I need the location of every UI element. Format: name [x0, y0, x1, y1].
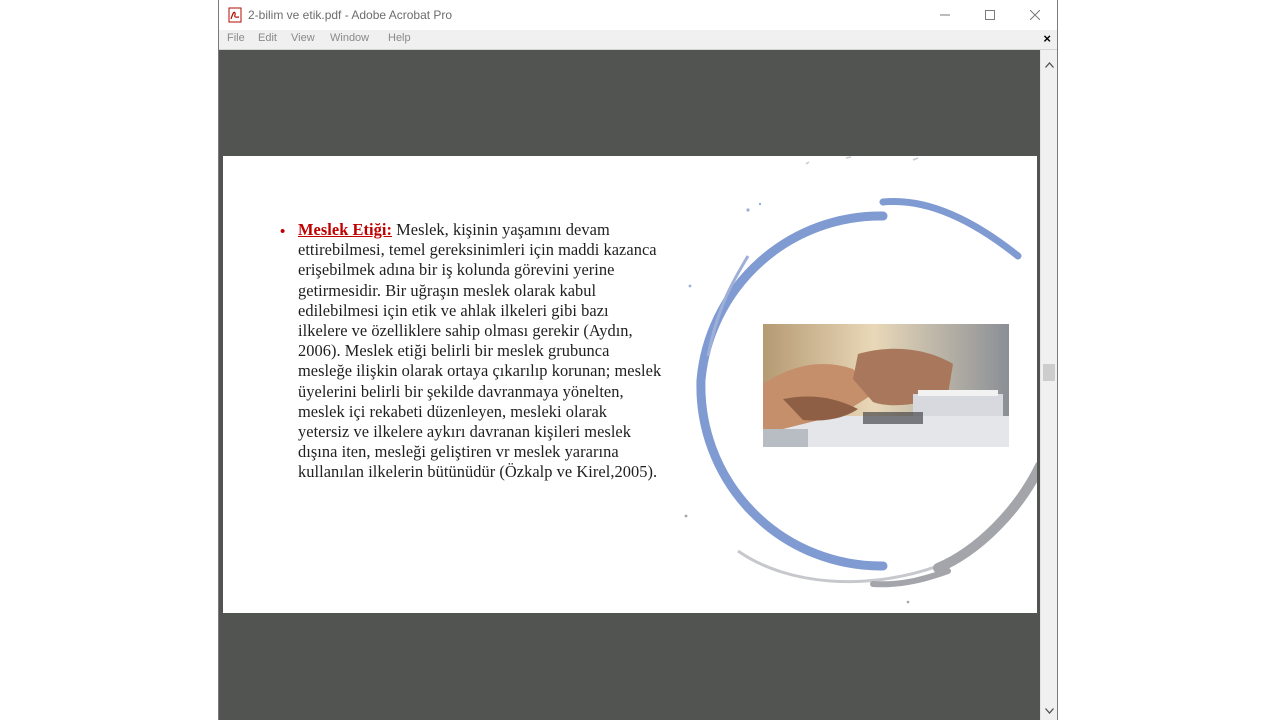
scroll-down-button[interactable]: [1041, 704, 1057, 718]
menu-bar: File Edit View Window Help ×: [219, 30, 1057, 50]
paragraph-body: Meslek, kişinin yaşamını devam ettirebil…: [298, 220, 662, 482]
close-icon: [1029, 10, 1040, 20]
minimize-button[interactable]: [922, 0, 967, 30]
document-viewport[interactable]: • Meslek Etiği: Meslek, kişinin yaşamını…: [219, 50, 1041, 720]
chevron-up-icon: [1044, 62, 1054, 68]
title-bar[interactable]: 2-bilim ve etik.pdf - Adobe Acrobat Pro: [219, 0, 1057, 30]
bullet-paragraph: • Meslek Etiği: Meslek, kişinin yaşamını…: [280, 220, 662, 483]
handshake-photo: [763, 324, 1009, 447]
scroll-up-button[interactable]: [1041, 58, 1057, 72]
paragraph-text: Meslek Etiği: Meslek, kişinin yaşamını d…: [298, 220, 662, 483]
menu-help[interactable]: Help: [388, 32, 411, 44]
term-heading: Meslek Etiği:: [298, 220, 392, 239]
window-title: 2-bilim ve etik.pdf - Adobe Acrobat Pro: [248, 8, 453, 22]
acrobat-window: 2-bilim ve etik.pdf - Adobe Acrobat Pro …: [218, 0, 1058, 720]
pdf-page: • Meslek Etiği: Meslek, kişinin yaşamını…: [223, 156, 1037, 613]
menu-edit[interactable]: Edit: [258, 32, 277, 44]
close-document-button[interactable]: ×: [1043, 31, 1051, 47]
pdf-file-icon: [227, 7, 243, 23]
menu-file[interactable]: File: [227, 32, 245, 44]
maximize-button[interactable]: [967, 0, 1012, 30]
vertical-scrollbar[interactable]: [1040, 50, 1057, 720]
menu-view[interactable]: View: [291, 32, 315, 44]
menu-window[interactable]: Window: [330, 32, 369, 44]
maximize-icon: [984, 10, 995, 20]
bullet-marker: •: [280, 223, 286, 240]
close-button[interactable]: [1012, 0, 1057, 30]
chevron-down-icon: [1044, 708, 1054, 714]
minimize-icon: [939, 14, 950, 16]
scroll-thumb[interactable]: [1043, 364, 1055, 381]
